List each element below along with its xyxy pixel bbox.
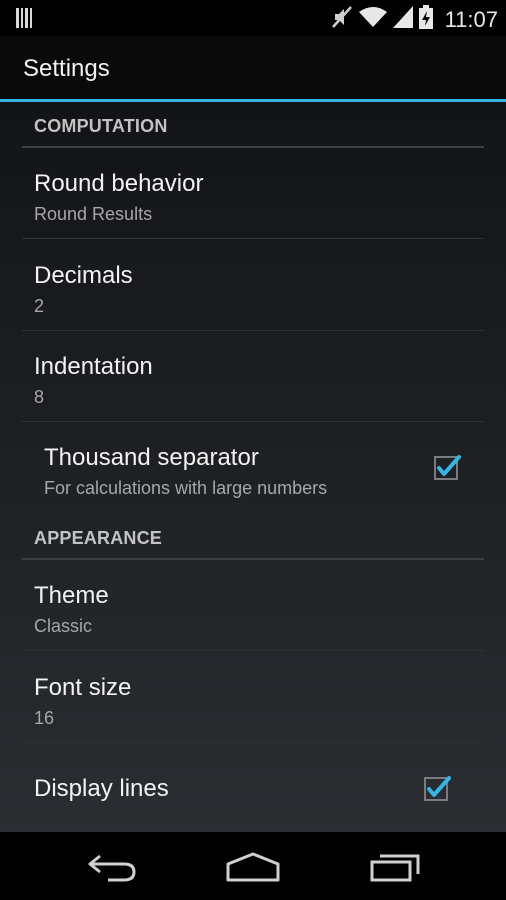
category-header: APPEARANCE	[34, 528, 163, 548]
home-icon[interactable]	[226, 848, 280, 889]
category-header: COMPUTATION	[34, 116, 168, 136]
pref-decimals[interactable]: Decimals 2	[22, 240, 484, 331]
thousand-separator-checkbox[interactable]	[434, 453, 461, 480]
pref-theme[interactable]: Theme Classic	[22, 560, 484, 651]
checkmark-icon	[424, 776, 451, 801]
signal-icon	[392, 6, 413, 33]
pref-summary: 16	[34, 708, 55, 728]
category-appearance: APPEARANCE	[22, 514, 484, 560]
pref-title: Round behavior	[34, 170, 204, 197]
pref-title: Theme	[34, 582, 109, 609]
pref-summary: 2	[34, 296, 45, 316]
pref-indentation[interactable]: Indentation 8	[22, 331, 484, 422]
pref-summary: Classic	[34, 616, 93, 636]
recents-icon[interactable]	[370, 848, 422, 889]
barcode-icon	[16, 8, 34, 33]
action-bar: Settings	[0, 36, 506, 100]
status-bar: 11:07	[0, 0, 506, 36]
settings-list[interactable]: COMPUTATION Round behavior Round Results…	[0, 102, 506, 832]
mute-icon	[331, 5, 353, 34]
pref-round-behavior[interactable]: Round behavior Round Results	[22, 148, 484, 239]
pref-title: Indentation	[34, 353, 153, 380]
display-lines-checkbox[interactable]	[424, 774, 451, 801]
pref-thousand-separator[interactable]: Thousand separator For calculations with…	[22, 422, 484, 513]
page-title: Settings	[23, 55, 110, 82]
pref-summary: Round Results	[34, 204, 153, 224]
pref-title: Decimals	[34, 262, 133, 289]
status-time: 11:07	[444, 6, 498, 32]
pref-summary: For calculations with large numbers	[44, 478, 328, 498]
pref-font-size[interactable]: Font size 16	[22, 652, 484, 743]
pref-title: Thousand separator	[44, 444, 259, 471]
category-computation: COMPUTATION	[22, 102, 484, 148]
pref-title: Display lines	[34, 775, 169, 802]
checkmark-icon	[434, 455, 461, 480]
pref-summary: 8	[34, 387, 45, 407]
back-icon[interactable]	[86, 848, 138, 889]
navigation-bar	[0, 832, 506, 900]
battery-icon	[418, 5, 433, 34]
pref-display-lines[interactable]: Display lines	[22, 743, 484, 832]
pref-title: Font size	[34, 674, 132, 701]
wifi-icon	[358, 6, 387, 33]
